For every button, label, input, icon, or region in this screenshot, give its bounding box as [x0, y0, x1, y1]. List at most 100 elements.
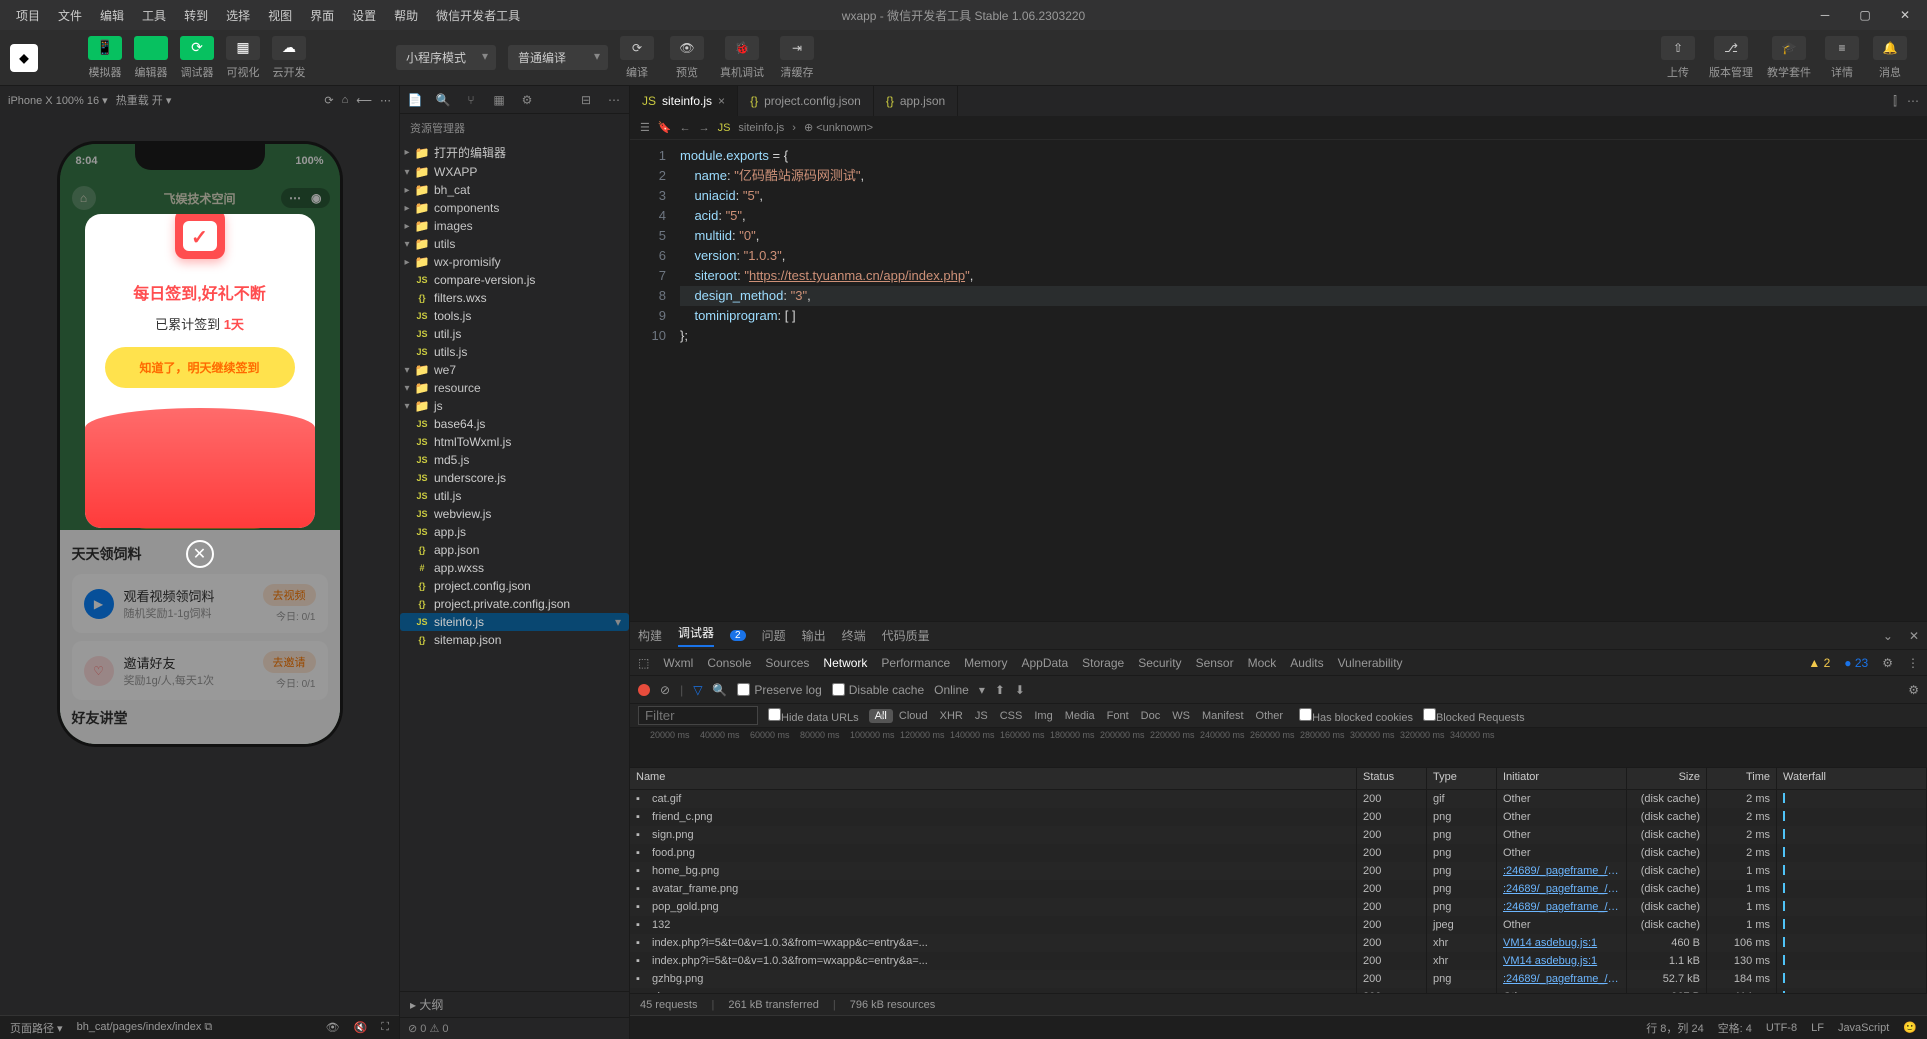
clear-icon[interactable]: ⊘	[660, 683, 670, 697]
right-action-button[interactable]: ≡	[1825, 36, 1859, 60]
close-icon[interactable]: ✕	[1891, 8, 1919, 22]
collapse-icon[interactable]: ⊟	[577, 93, 595, 107]
filter-type[interactable]: Img	[1028, 709, 1058, 723]
network-row[interactable]: ▪gzhbg.png200png:24689/_pageframe_/bh_c.…	[630, 970, 1927, 988]
menu-item[interactable]: 选择	[218, 3, 258, 28]
disable-cache-checkbox[interactable]: Disable cache	[832, 683, 924, 697]
maximize-icon[interactable]: ▢	[1851, 8, 1879, 22]
menu-item[interactable]: 工具	[134, 3, 174, 28]
panel-tab[interactable]: Console	[707, 656, 751, 670]
modal-overlay[interactable]: 每日签到,好礼不断 已累计签到 1天 知道了，明天继续签到 ✕	[60, 144, 340, 744]
info-badge[interactable]: ● 23	[1844, 656, 1868, 670]
hotreload-select[interactable]: 热重载 开 ▾	[116, 92, 172, 108]
bookmark-icon[interactable]: 🔖	[658, 121, 672, 134]
devtools-tab[interactable]: 终端	[842, 627, 866, 644]
editor-tab[interactable]: {}app.json	[874, 86, 958, 116]
network-row[interactable]: ▪cat.gif200gifOther(disk cache)2 ms	[630, 790, 1927, 808]
panel-tab[interactable]: Wxml	[663, 656, 693, 670]
more-icon[interactable]: ⋯	[1907, 94, 1919, 108]
menu-item[interactable]: 转到	[176, 3, 216, 28]
devtools-tab[interactable]: 代码质量	[882, 627, 930, 644]
popup-close-icon[interactable]: ✕	[186, 540, 214, 568]
tree-file[interactable]: JSsiteinfo.js	[400, 613, 629, 631]
action-button[interactable]: ⇥	[780, 36, 814, 60]
outline-section[interactable]: ▸ 大纲	[400, 991, 629, 1017]
search-icon[interactable]: 🔍	[712, 683, 727, 697]
devtools-tab[interactable]: 调试器	[678, 624, 714, 647]
right-action-button[interactable]: 🎓	[1772, 36, 1806, 60]
throttle-select[interactable]: Online ▾	[934, 683, 985, 697]
panel-tab[interactable]: Vulnerability	[1338, 656, 1403, 670]
device-select[interactable]: iPhone X 100% 16 ▾	[8, 94, 108, 107]
close-icon[interactable]: ✕	[1909, 629, 1919, 643]
tool-button[interactable]: ⟳	[180, 36, 214, 60]
crumb-file[interactable]: siteinfo.js	[738, 122, 784, 134]
blocked-cookies-checkbox[interactable]: Has blocked cookies	[1299, 708, 1413, 724]
filter-type[interactable]: JS	[969, 709, 994, 723]
tree-file[interactable]: JSmd5.js	[400, 451, 629, 469]
network-row[interactable]: ▪home_bg.png200png:24689/_pageframe_/bh_…	[630, 862, 1927, 880]
save-icon[interactable]: ☰	[640, 121, 650, 134]
panel-tab[interactable]: Memory	[964, 656, 1007, 670]
collapse-icon[interactable]: ⌄	[1883, 629, 1893, 643]
code-line[interactable]: module.exports = {	[680, 146, 1927, 166]
more-icon[interactable]: ⋯	[380, 94, 391, 107]
mode-select[interactable]: 小程序模式	[396, 45, 496, 70]
action-button[interactable]: ⟳	[620, 36, 654, 60]
panel-tab[interactable]: Sensor	[1196, 656, 1234, 670]
tree-file[interactable]: JSbase64.js	[400, 415, 629, 433]
indent[interactable]: 空格: 4	[1718, 1020, 1752, 1036]
menu-item[interactable]: 设置	[344, 3, 384, 28]
col-status[interactable]: Status	[1357, 768, 1427, 789]
panel-tab[interactable]: Audits	[1290, 656, 1323, 670]
tree-file[interactable]: JSutils.js	[400, 343, 629, 361]
code-line[interactable]: design_method: "3",	[680, 286, 1927, 306]
tree-file[interactable]: JStools.js	[400, 307, 629, 325]
network-row[interactable]: ▪avatar_frame.png200png:24689/_pageframe…	[630, 880, 1927, 898]
filter-type[interactable]: Media	[1059, 709, 1101, 723]
panel-tab[interactable]: Network	[823, 656, 867, 670]
upload-icon[interactable]: ⬆	[995, 683, 1005, 697]
page-path-value[interactable]: bh_cat/pages/index/index ⧉	[77, 1021, 213, 1034]
tree-folder[interactable]: ▾📁utils	[400, 235, 629, 253]
menu-item[interactable]: 帮助	[386, 3, 426, 28]
menu-item[interactable]: 文件	[50, 3, 90, 28]
editor-tab[interactable]: {}project.config.json	[738, 86, 874, 116]
eol[interactable]: LF	[1811, 1022, 1824, 1034]
inspect-icon[interactable]: ⬚	[638, 656, 649, 670]
ext-icon[interactable]: ▦	[490, 93, 508, 107]
feedback-icon[interactable]: 🙂	[1903, 1021, 1917, 1034]
download-icon[interactable]: ⬇	[1015, 683, 1025, 697]
close-tab-icon[interactable]: ×	[718, 94, 725, 108]
tree-folder[interactable]: ▸📁wx-promisify	[400, 253, 629, 271]
tree-file[interactable]: {}app.json	[400, 541, 629, 559]
menu-item[interactable]: 微信开发者工具	[428, 3, 528, 28]
tree-folder[interactable]: ▾📁resource	[400, 379, 629, 397]
panel-tab[interactable]: AppData	[1021, 656, 1068, 670]
hide-data-urls-checkbox[interactable]: Hide data URLs	[768, 708, 859, 724]
menu-item[interactable]: 界面	[302, 3, 342, 28]
tree-file[interactable]: JSunderscore.js	[400, 469, 629, 487]
tool-button[interactable]: ▦	[226, 36, 260, 60]
nav-back-icon[interactable]: ←	[680, 122, 691, 134]
refresh-icon[interactable]: ⟳	[324, 94, 333, 107]
scene-icon[interactable]: 👁	[326, 1021, 340, 1034]
col-name[interactable]: Name	[630, 768, 1357, 789]
more-icon[interactable]: ⋯	[605, 93, 623, 107]
code-line[interactable]: tominiprogram: [ ]	[680, 306, 1927, 326]
filter-type[interactable]: Other	[1250, 709, 1290, 723]
col-initiator[interactable]: Initiator	[1497, 768, 1627, 789]
blocked-requests-checkbox[interactable]: Blocked Requests	[1423, 708, 1525, 724]
tree-file[interactable]: JSutil.js	[400, 325, 629, 343]
page-path-label[interactable]: 页面路径 ▾	[10, 1020, 63, 1036]
filter-type[interactable]: Cloud	[893, 709, 934, 723]
devtools-tab[interactable]: 问题	[762, 627, 786, 644]
filter-type[interactable]: Doc	[1135, 709, 1167, 723]
split-icon[interactable]: ⫿	[1893, 94, 1897, 109]
code-line[interactable]: uniacid: "5",	[680, 186, 1927, 206]
panel-tab[interactable]: Storage	[1082, 656, 1124, 670]
preserve-log-checkbox[interactable]: Preserve log	[737, 683, 821, 697]
tree-folder[interactable]: ▾📁WXAPP	[400, 163, 629, 181]
tree-file[interactable]: JSutil.js	[400, 487, 629, 505]
code-line[interactable]: multiid: "0",	[680, 226, 1927, 246]
